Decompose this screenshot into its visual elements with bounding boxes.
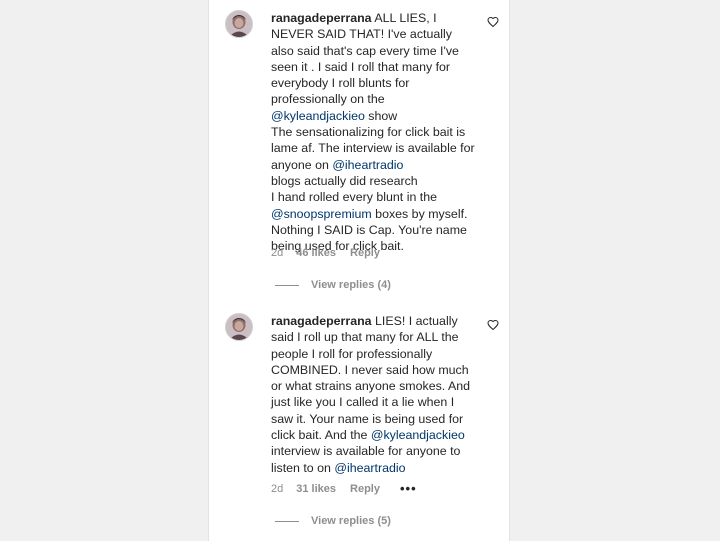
- likes-count[interactable]: 31 likes: [296, 483, 336, 495]
- avatar[interactable]: [225, 313, 253, 341]
- comment-text: ranagadeperrana LIES! I actually said I …: [271, 313, 475, 476]
- comment-paragraph: ranagadeperrana ALL LIES, I NEVER SAID T…: [271, 10, 475, 124]
- comment-paragraphs: ranagadeperrana LIES! I actually said I …: [271, 313, 475, 476]
- reply-button[interactable]: Reply: [350, 483, 380, 495]
- view-replies-button[interactable]: View replies (5): [275, 515, 391, 527]
- likes-count[interactable]: 46 likes: [296, 247, 336, 259]
- username-link[interactable]: ranagadeperrana: [271, 11, 372, 25]
- heart-icon[interactable]: [487, 319, 499, 331]
- username-link[interactable]: ranagadeperrana: [271, 314, 372, 328]
- mention-link[interactable]: @kyleandjackieo: [271, 109, 365, 123]
- comment-meta: 2d 31 likes Reply •••: [271, 482, 417, 495]
- reply-button[interactable]: Reply: [350, 247, 380, 259]
- replies-divider: [275, 520, 299, 522]
- comment-paragraphs: ranagadeperrana ALL LIES, I NEVER SAID T…: [271, 10, 475, 254]
- view-replies-button[interactable]: View replies (4): [275, 279, 391, 291]
- comment-paragraph: blogs actually did research: [271, 173, 475, 189]
- comment-text-segment: show: [364, 108, 398, 123]
- comment-paragraph: I hand rolled every blunt in the @snoops…: [271, 189, 475, 254]
- heart-icon[interactable]: [487, 16, 499, 28]
- comment-text-segment: blogs actually did research: [271, 173, 418, 188]
- comment-text: ranagadeperrana ALL LIES, I NEVER SAID T…: [271, 10, 475, 254]
- mention-link[interactable]: @iheartradio: [332, 158, 403, 172]
- comment-paragraph: ranagadeperrana LIES! I actually said I …: [271, 313, 475, 476]
- replies-divider: [275, 284, 299, 286]
- comment-text-segment: ALL LIES, I NEVER SAID THAT! I've actual…: [271, 11, 459, 107]
- more-options-icon[interactable]: •••: [400, 482, 417, 495]
- mention-link[interactable]: @kyleandjackieo: [371, 428, 465, 442]
- mention-link[interactable]: @iheartradio: [334, 461, 405, 475]
- comments-panel: ranagadeperrana ALL LIES, I NEVER SAID T…: [208, 0, 510, 541]
- view-replies-label: View replies (5): [311, 515, 391, 527]
- comment-meta: 2d 46 likes Reply: [271, 247, 380, 259]
- view-replies-label: View replies (4): [311, 279, 391, 291]
- comment-paragraph: The sensationalizing for click bait is l…: [271, 124, 475, 173]
- avatar[interactable]: [225, 10, 253, 38]
- comment-text-segment: I hand rolled every blunt in the: [271, 190, 438, 205]
- comment-time[interactable]: 2d: [271, 483, 283, 495]
- comment-time[interactable]: 2d: [271, 247, 283, 259]
- mention-link[interactable]: @snoopspremium: [271, 207, 372, 221]
- comment-text-segment: LIES! I actually said I roll up that man…: [271, 314, 471, 443]
